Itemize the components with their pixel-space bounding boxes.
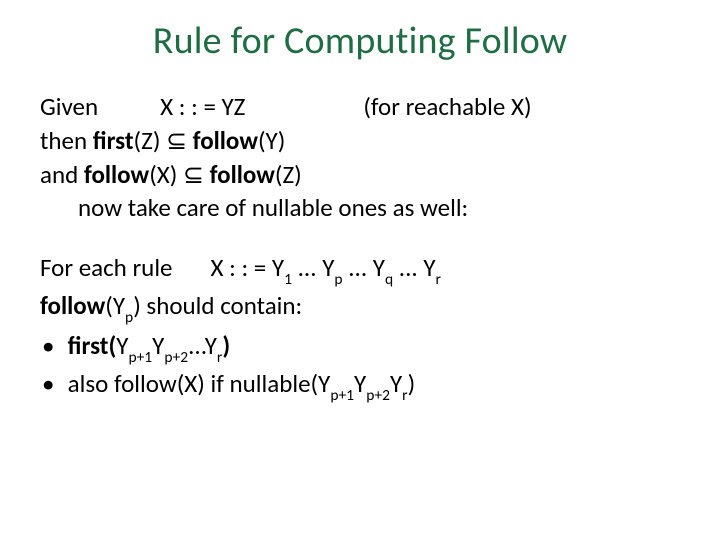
text-firstz: first [93, 125, 134, 156]
text-given: Given [40, 91, 98, 122]
text-followz: follow [210, 159, 275, 190]
line-given: Given X : : = YZ (for reachable X) [40, 90, 680, 124]
subset-icon: ⊆ [166, 125, 193, 156]
text-rule-xyz: X : : = YZ [160, 91, 245, 122]
line-followyp: follow(Yp) should contain: [40, 289, 680, 327]
text-then: then [40, 125, 93, 156]
text-first-expr: first( [68, 330, 117, 361]
text-followx-arg: (X) [149, 159, 183, 190]
slide: Rule for Computing Follow Given X : : = Y… [0, 0, 720, 425]
bullet-also: also follow(X) if nullable(Yp+1Yp+2Yr) [40, 367, 680, 405]
text-followz-arg: (Z) [275, 159, 302, 190]
slide-title: Rule for Computing Follow [40, 18, 680, 64]
text-now: now take care of nullable ones as well: [78, 192, 468, 223]
bullet-first: first(Yp+1Yp+2...Yr) [40, 329, 680, 367]
text-follow-arg: (Yp) should contain: [105, 290, 302, 321]
slide-body: Given X : : = YZ (for reachable X) then fi… [40, 90, 680, 405]
line-then: then first(Z) ⊆ follow(Y) [40, 124, 680, 158]
text-follow: follow [40, 290, 105, 321]
para-foreach: For each rule X : : = Y1 ... Yp ... Yq ..… [40, 251, 680, 405]
line-and: and follow(X) ⊆ follow(Z) [40, 158, 680, 192]
text-and: and [40, 159, 84, 190]
text-foreach: For each rule [40, 252, 173, 283]
text-followy: follow [193, 125, 258, 156]
text-first-seq: Yp+1Yp+2...Yr [116, 330, 222, 361]
text-firstz-arg: (Z) [134, 125, 167, 156]
line-now: now take care of nullable ones as well: [40, 191, 680, 225]
line-foreach: For each rule X : : = Y1 ... Yp ... Yq ..… [40, 251, 680, 289]
text-followx: follow [84, 159, 149, 190]
text-followy-arg: (Y) [258, 125, 285, 156]
text-also: also follow(X) if nullable(Yp+1Yp+2Yr) [68, 368, 416, 399]
bullet-list: first(Yp+1Yp+2...Yr) also follow(X) if n… [40, 329, 680, 405]
text-reachable: (for reachable X) [363, 91, 531, 122]
subset-icon: ⊆ [183, 159, 210, 190]
text-rule2: X : : = Y1 ... Yp ... Yq ... Yr [211, 252, 441, 283]
text-first-close: ) [222, 330, 230, 361]
